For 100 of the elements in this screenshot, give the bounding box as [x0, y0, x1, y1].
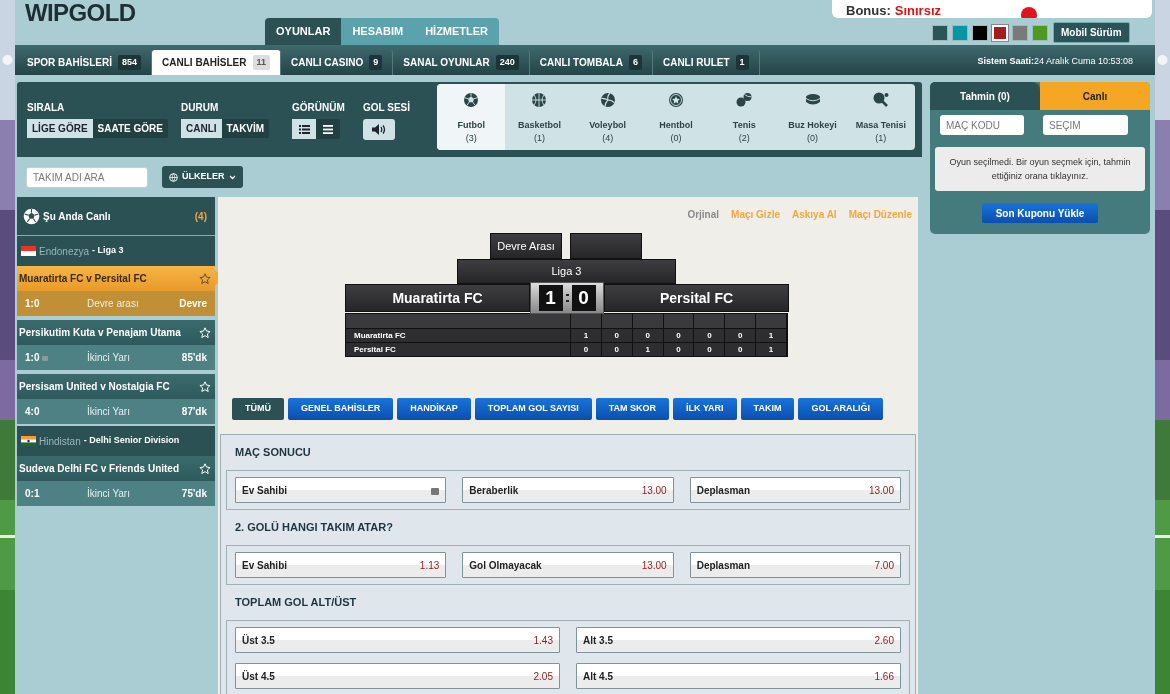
theme-swatch[interactable]	[932, 24, 948, 41]
match-period: Devre arası	[87, 297, 139, 311]
match-item[interactable]: Muaratirta FC v Persital FC	[17, 266, 215, 291]
betslip-tab[interactable]: Tahmin (0)	[930, 82, 1040, 110]
theme-swatch[interactable]	[1012, 24, 1028, 41]
market-tab[interactable]: TÜMÜ	[232, 398, 284, 420]
system-time-value: 24 Aralık Cuma 10:53:08	[1033, 55, 1133, 68]
table-cell: 0	[663, 329, 695, 342]
live-title: Şu Anda Canlı	[43, 209, 111, 224]
countries-button[interactable]: ÜLKELER	[162, 166, 243, 188]
speaker-icon	[372, 124, 386, 135]
league-name: - Liga 3	[92, 244, 124, 258]
theme-swatch[interactable]	[1032, 24, 1048, 41]
logo[interactable]: WIPGOLD	[25, 1, 136, 25]
odds-button[interactable]: Alt 4.5 1.66	[576, 663, 901, 689]
count-badge: 854	[118, 54, 142, 71]
theme-swatch[interactable]	[972, 24, 988, 41]
category-tab[interactable]: CANLI CASINO 9	[281, 50, 394, 75]
table-cell: 1	[571, 329, 602, 342]
filter-option[interactable]: CANLI	[181, 119, 222, 138]
team-search-field[interactable]: TAKIM ADI ARA	[26, 166, 148, 188]
table-cell: 0	[601, 329, 633, 342]
filter-label: SIRALA	[27, 102, 66, 114]
filter-label: DURUM	[181, 102, 220, 114]
paddle-icon	[872, 92, 889, 108]
theme-swatch[interactable]	[952, 24, 968, 41]
table-cell: 0	[725, 343, 757, 356]
sport-tab[interactable]: Masa Tenisi (1)	[846, 84, 915, 150]
away-score: 0	[571, 285, 596, 311]
count-badge: 240	[495, 54, 519, 71]
ball-icon	[668, 92, 684, 108]
odds-button[interactable]: Deplasman 7.00	[689, 552, 901, 578]
category-tab[interactable]: CANLI TOMBALA 6	[529, 50, 653, 75]
category-tab[interactable]: CANLI RULET 1	[652, 50, 760, 75]
odds-button[interactable]: Deplasman 13.00	[689, 477, 901, 503]
market-title: 2. GOLÜ HANGI TAKIM ATAR?	[235, 520, 394, 536]
odds-button[interactable]: Üst 4.5 2.05	[235, 663, 560, 689]
detailed-list-icon	[298, 124, 310, 134]
sport-tab[interactable]: Voleybol (4)	[573, 84, 642, 150]
market-title: TOPLAM GOL ALT/ÜST	[235, 595, 358, 611]
odds-button[interactable]: Beraberlik 13.00	[462, 477, 674, 503]
view-toggle[interactable]	[292, 119, 316, 139]
sport-tab[interactable]: Hentbol (0)	[641, 84, 711, 150]
filter-option[interactable]: LİGE GÖRE	[27, 119, 93, 138]
choice-field[interactable]: SEÇİM	[1043, 115, 1128, 135]
category-tab[interactable]: SPOR BAHİSLERİ 854	[17, 50, 153, 75]
caret-icon	[228, 174, 236, 180]
market-tab[interactable]: TAKIM	[740, 398, 795, 420]
sport-tab[interactable]: Tenis (2)	[710, 84, 779, 150]
market-tab[interactable]: HANDİKAP	[397, 398, 471, 420]
load-last-coupon-button[interactable]: Son Kuponu Yükle	[982, 203, 1098, 223]
match-period: İkinci Yarı	[87, 404, 130, 419]
table-cell: Persital FC	[346, 343, 571, 356]
league-title: Liga 3	[457, 259, 676, 284]
away-team-name: Persital FC	[604, 284, 789, 312]
category-tab[interactable]: CANLI BAHİSLER 11	[152, 50, 281, 75]
odds-button[interactable]: Üst 3.5 1.43	[235, 627, 560, 653]
odds-button[interactable]: Ev Sahibi	[235, 477, 447, 503]
globe-icon	[169, 172, 178, 182]
soccer-ball-icon	[23, 207, 40, 225]
odds-button[interactable]: Ev Sahibi 1.13	[235, 552, 447, 578]
count-badge: 9	[369, 54, 383, 71]
sport-tab[interactable]: Basketbol (1)	[505, 84, 574, 150]
match-score: 1:0	[25, 297, 40, 311]
match-item[interactable]: Persisam United v Nostalgia FC	[17, 374, 215, 399]
table-cell: 0	[571, 343, 602, 356]
table-cell: 0	[694, 343, 726, 356]
sport-tab[interactable]: Buz Hokeyi (0)	[778, 84, 847, 150]
filter-option[interactable]: TAKVİM	[221, 119, 270, 138]
category-tab[interactable]: SANAL OYUNLAR 240	[393, 50, 530, 75]
nav-tab[interactable]: OYUNLAR	[265, 18, 342, 45]
count-badge: 1	[735, 54, 749, 71]
market-tab[interactable]: GENEL BAHİSLER	[288, 398, 394, 420]
match-status: Devre Arası	[490, 233, 562, 259]
market-tab[interactable]: İLK YARI	[673, 398, 737, 420]
table-cell: Muaratirta FC	[346, 329, 571, 342]
match-code-field[interactable]: MAÇ KODU	[940, 115, 1024, 135]
market-tab[interactable]: TOPLAM GOL SAYISI	[474, 398, 592, 420]
filter-option[interactable]: SAATE GÖRE	[92, 119, 168, 138]
bonus-label: Bonus:	[846, 4, 891, 17]
market-tab[interactable]: GOL ARALIĞI	[798, 398, 883, 420]
match-period: İkinci Yarı	[87, 486, 130, 501]
separator-icon	[565, 294, 569, 302]
sound-toggle[interactable]	[363, 119, 395, 140]
home-score: 1	[538, 285, 563, 311]
bonus-value: Sınırsız	[894, 4, 942, 17]
star-icon	[199, 326, 211, 339]
match-item[interactable]: Sudeva Delhi FC v Friends United	[17, 456, 215, 481]
market-title: MAÇ SONUCU	[235, 445, 312, 461]
live-count: (4)	[194, 209, 208, 224]
odds-button[interactable]: Alt 3.5 2.60	[576, 627, 901, 653]
market-tab[interactable]: TAM SKOR	[595, 398, 670, 420]
match-time: 85'dk	[181, 351, 207, 365]
odds-button[interactable]: Gol Olmayacak 13.00	[462, 552, 674, 578]
match-item[interactable]: Persikutim Kuta v Penajam Utama	[17, 320, 215, 345]
star-icon	[199, 380, 211, 393]
mobile-version-button[interactable]: Mobil Sürüm	[1053, 22, 1130, 43]
betslip-tab[interactable]: Canlı	[1040, 82, 1150, 110]
match-period: İkinci Yarı	[87, 350, 130, 365]
sport-tab[interactable]: Futbol (3)	[437, 84, 506, 150]
